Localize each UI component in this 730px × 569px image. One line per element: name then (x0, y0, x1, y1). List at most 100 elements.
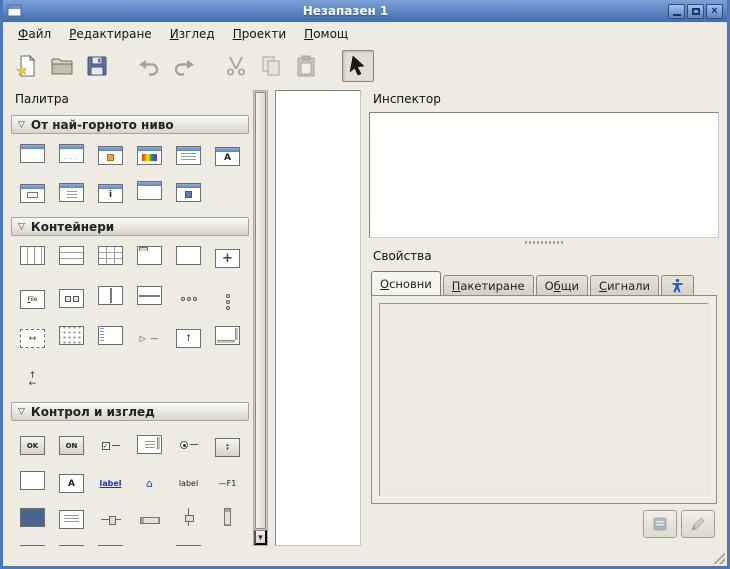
palette-item-vbuttonbox[interactable] (216, 283, 240, 312)
palette-item-applet[interactable] (176, 181, 201, 204)
palette-item-vscale[interactable] (177, 508, 201, 531)
palette-item-input-dialog[interactable] (20, 181, 45, 204)
save-button[interactable] (81, 50, 113, 82)
titlebar[interactable]: Незапазен 1 × (3, 0, 727, 22)
palette-item-accel-label[interactable]: —F1 (216, 471, 240, 494)
new-button[interactable] (11, 50, 43, 82)
palette-item-hscale[interactable] (99, 508, 123, 531)
toolbar-gap (203, 66, 217, 67)
palette-item-file-chooser-dialog[interactable] (59, 181, 84, 204)
palette-item-drawing-area[interactable] (20, 508, 45, 531)
palette-panel: Палитра ▽От най-горното ниво· · ·Ai▽Конт… (11, 90, 249, 546)
palette-item-viewport[interactable]: ↑ (176, 326, 201, 349)
palette-item-hbuttonbox[interactable] (177, 283, 201, 312)
palette-item-about-dialog[interactable]: i (98, 181, 123, 204)
scroll-down-button[interactable]: ▼ (254, 530, 267, 545)
menu-view[interactable]: Изглед (161, 24, 224, 44)
palette-item-combo-box[interactable]: A (59, 471, 84, 494)
cut-button[interactable] (220, 50, 252, 82)
palette-item-vpaned[interactable] (137, 283, 162, 312)
handle-box-icon (98, 326, 123, 349)
palette-item-notebook[interactable] (137, 246, 162, 269)
window-icon (20, 144, 45, 167)
palette-item-table[interactable] (98, 246, 123, 269)
color-selection-dialog-icon (137, 146, 162, 166)
text-view-icon (59, 509, 84, 529)
close-button[interactable]: × (706, 4, 723, 19)
font-selection-dialog-icon: A (215, 145, 240, 166)
edit-action-button[interactable] (681, 510, 715, 538)
toolbar-gap (325, 66, 339, 67)
menu-edit[interactable]: Редактиране (60, 24, 161, 44)
menu-projects[interactable]: Проекти (224, 24, 295, 44)
palette-item-hscrollbar[interactable] (138, 508, 162, 531)
palette-item-font-selection-dialog[interactable]: A (215, 144, 240, 167)
palette-item-combo-box-entry[interactable] (137, 431, 162, 457)
file-selection-dialog-icon (176, 146, 201, 166)
undo-button[interactable] (133, 50, 165, 82)
palette-item-check-button[interactable]: ✓ (99, 431, 123, 457)
palette-item-dialog[interactable]: · · · (59, 144, 84, 167)
palette-item-button[interactable]: OK (20, 431, 45, 457)
minimize-button[interactable] (668, 4, 685, 19)
workspace-canvas[interactable] (275, 90, 361, 546)
properties-action-button[interactable] (643, 510, 677, 538)
palette-item-message-dialog[interactable] (98, 144, 123, 167)
menu-help[interactable]: Помощ (295, 24, 357, 44)
resize-grip[interactable] (712, 551, 725, 564)
copy-button[interactable] (255, 50, 287, 82)
message-dialog-icon (98, 146, 123, 166)
palette-item-label[interactable]: label (177, 471, 201, 494)
palette-item-alignment[interactable]: ↑← (21, 363, 45, 390)
palette-item-expander[interactable]: ▷ — (138, 326, 162, 349)
palette-item-menubar[interactable]: File (20, 283, 45, 312)
palette-item-text-view[interactable] (59, 508, 84, 531)
palette-item-link-button[interactable]: label (99, 471, 123, 494)
palette-item-toggle-button[interactable]: ON (59, 431, 84, 457)
palette-item-entry[interactable] (20, 471, 45, 494)
palette-item-handle-box[interactable] (98, 326, 123, 349)
open-button[interactable] (46, 50, 78, 82)
scrollbar-thumb[interactable] (255, 92, 266, 529)
palette-item-hbox[interactable] (20, 246, 45, 269)
palette-section-header-1[interactable]: ▽Контейнери (11, 217, 249, 236)
palette-scrollbar[interactable]: ▼ (253, 90, 268, 546)
palette-item-vbox[interactable] (59, 246, 84, 269)
palette-item-image[interactable]: ⌂ (138, 471, 162, 494)
palette-section-header-2[interactable]: ▽Контрол и изглед (11, 402, 249, 421)
notebook-icon (137, 246, 162, 269)
palette-item-vscrollbar[interactable] (216, 508, 240, 531)
palette-item-fixed[interactable]: ↔ (20, 326, 45, 349)
palette-item-color-selection-dialog[interactable] (137, 144, 162, 167)
palette-item-plug[interactable] (137, 181, 162, 204)
menu-file[interactable]: Файл (9, 24, 60, 44)
tab-accessibility[interactable] (661, 275, 694, 295)
alignment-icon: ↑← (21, 363, 45, 390)
tab-packing[interactable]: Пакетиране (443, 275, 534, 295)
palette-item-radio-button[interactable] (177, 431, 201, 457)
maximize-button[interactable] (687, 4, 704, 19)
palette-item-option-menu[interactable]: ▴▾ (215, 431, 240, 457)
selector-button[interactable] (342, 50, 374, 82)
image-icon: ⌂ (138, 472, 162, 493)
tab-general[interactable]: Основни (371, 271, 441, 295)
vscrollbar-icon (216, 508, 240, 531)
palette-item-toolbar[interactable] (59, 283, 84, 312)
vscale-icon (177, 508, 201, 531)
palette-item-scrolled-window[interactable] (215, 326, 240, 349)
inspector-tree[interactable] (369, 112, 719, 238)
palette-item-window[interactable] (20, 144, 45, 167)
paste-button[interactable] (290, 50, 322, 82)
fixed-icon: ↔ (20, 326, 45, 349)
redo-button[interactable] (168, 50, 200, 82)
palette-section-header-0[interactable]: ▽От най-горното ниво (11, 115, 249, 134)
tab-common[interactable]: Общи (536, 275, 588, 295)
palette-item-hpaned[interactable] (98, 283, 123, 312)
palette-item-frame[interactable] (176, 246, 201, 269)
undo-icon (137, 54, 161, 78)
palette-item-file-selection-dialog[interactable] (176, 144, 201, 167)
paned-handle[interactable] (369, 238, 719, 247)
palette-item-aspect-frame[interactable]: + (215, 246, 240, 269)
tab-signals[interactable]: Сигнали (590, 275, 659, 295)
palette-item-layout[interactable] (59, 326, 84, 349)
